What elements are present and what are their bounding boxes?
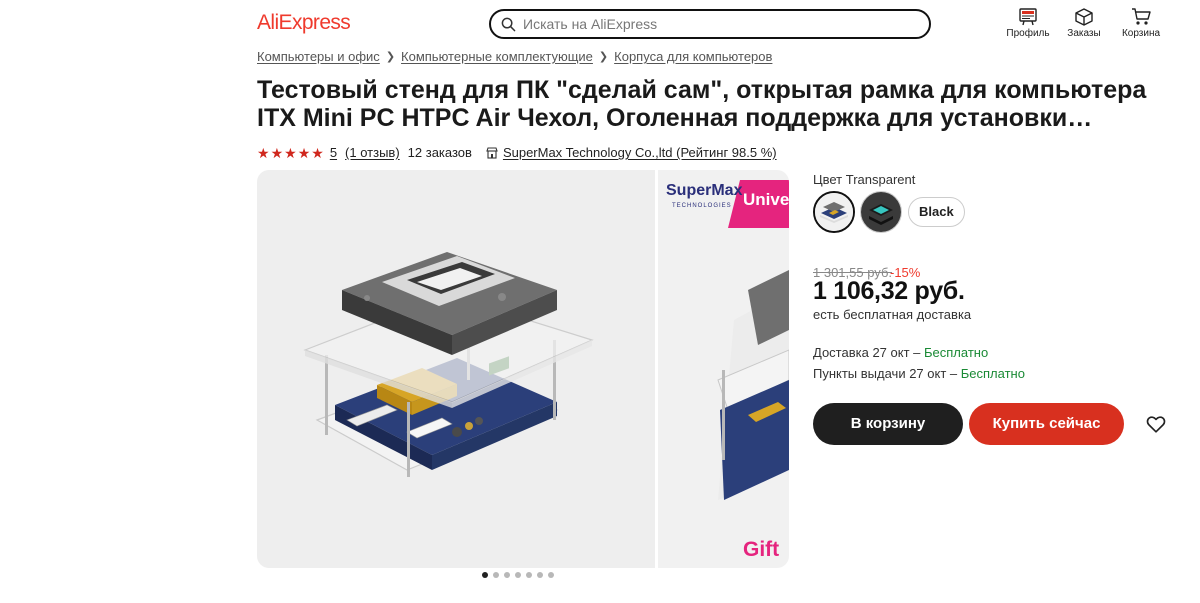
gallery-dot[interactable] [548, 572, 554, 578]
free-shipping-text: есть бесплатная доставка [813, 307, 972, 322]
gallery-dot[interactable] [537, 572, 543, 578]
search-bar[interactable] [489, 9, 931, 39]
heart-icon[interactable] [1145, 413, 1167, 435]
reviews-link[interactable]: (1 отзыв) [345, 145, 400, 160]
cart-button[interactable]: Корзина [1111, 8, 1171, 42]
gallery-brand-text: SuperMax [666, 182, 743, 199]
star-icon: ★ [270, 144, 284, 161]
orders-count: 12 заказов [407, 145, 472, 160]
gallery-preview-image [717, 180, 789, 500]
pickup-cost: Бесплатно [960, 366, 1025, 381]
breadcrumb: Компьютеры и офис ❯ Компьютерные комплек… [257, 49, 772, 64]
gallery-dot[interactable] [482, 572, 488, 578]
buy-now-button[interactable]: Купить сейчас [969, 403, 1124, 445]
delivery-date: Доставка 27 окт – [813, 345, 924, 360]
gallery-bottom-text: Gift [743, 538, 780, 561]
pc-test-bench-image [303, 252, 594, 477]
box-icon [1075, 8, 1093, 26]
add-to-cart-button[interactable]: В корзину [813, 403, 963, 445]
product-title: Тестовый стенд для ПК "сделай сам", откр… [257, 76, 1147, 132]
rating-stars[interactable]: ★ ★ ★ ★ ★ [257, 146, 324, 160]
breadcrumb-item[interactable]: Корпуса для компьютеров [614, 49, 772, 64]
gallery-banner-text: Unive [743, 190, 789, 209]
delivery-info: Доставка 27 окт – Бесплатно [813, 345, 988, 360]
star-icon: ★ [311, 144, 324, 161]
color-label: Цвет Transparent [813, 172, 916, 187]
product-meta: ★ ★ ★ ★ ★ 5 (1 отзыв) 12 заказов SuperMa… [257, 145, 777, 160]
chevron-right-icon: ❯ [385, 51, 396, 63]
rating-value[interactable]: 5 [330, 145, 337, 160]
gallery-dot[interactable] [515, 572, 521, 578]
product-next-image[interactable]: SuperMax TECHNOLOGIES Unive Gift [658, 170, 789, 568]
search-icon[interactable] [501, 17, 516, 32]
delivery-cost: Бесплатно [923, 345, 989, 360]
breadcrumb-item[interactable]: Компьютеры и офис [257, 49, 380, 64]
pickup-info: Пункты выдачи 27 окт – Бесплатно [813, 366, 1025, 381]
breadcrumb-item[interactable]: Компьютерные комплектующие [401, 49, 593, 64]
color-swatch-black[interactable] [860, 191, 902, 233]
star-icon: ★ [284, 144, 297, 161]
store-link[interactable]: SuperMax Technology Co.,ltd (Рейтинг 98.… [503, 145, 777, 160]
orders-button[interactable]: Заказы [1054, 8, 1114, 42]
search-input[interactable] [523, 11, 913, 37]
product-main-image[interactable] [257, 170, 655, 568]
pickup-date: Пункты выдачи 27 окт – [813, 366, 961, 381]
store-icon [486, 146, 498, 159]
gallery-dot[interactable] [504, 572, 510, 578]
star-icon: ★ [257, 144, 270, 161]
gallery-pagination [482, 572, 554, 578]
cart-icon [1132, 8, 1151, 25]
orders-label: Заказы [1067, 28, 1101, 39]
color-swatch-transparent[interactable] [813, 191, 855, 233]
profile-button[interactable]: Профиль [998, 8, 1058, 42]
profile-icon [1019, 8, 1037, 26]
aliexpress-logo[interactable]: AliExpress [257, 11, 351, 35]
color-option-black[interactable]: Black [908, 197, 965, 227]
profile-label: Профиль [1006, 28, 1050, 39]
star-icon: ★ [297, 144, 311, 161]
chevron-right-icon: ❯ [598, 51, 609, 63]
gallery-dot[interactable] [493, 572, 499, 578]
black-swatch-image [861, 192, 901, 232]
current-price: 1 106,32 руб. [813, 277, 965, 305]
cart-label: Корзина [1121, 28, 1161, 39]
transparent-swatch-image [815, 193, 853, 231]
gallery-brand-subtext: TECHNOLOGIES [672, 203, 732, 209]
gallery-dot[interactable] [526, 572, 532, 578]
header: AliExpress Профиль Заказы Кор [0, 0, 1200, 46]
